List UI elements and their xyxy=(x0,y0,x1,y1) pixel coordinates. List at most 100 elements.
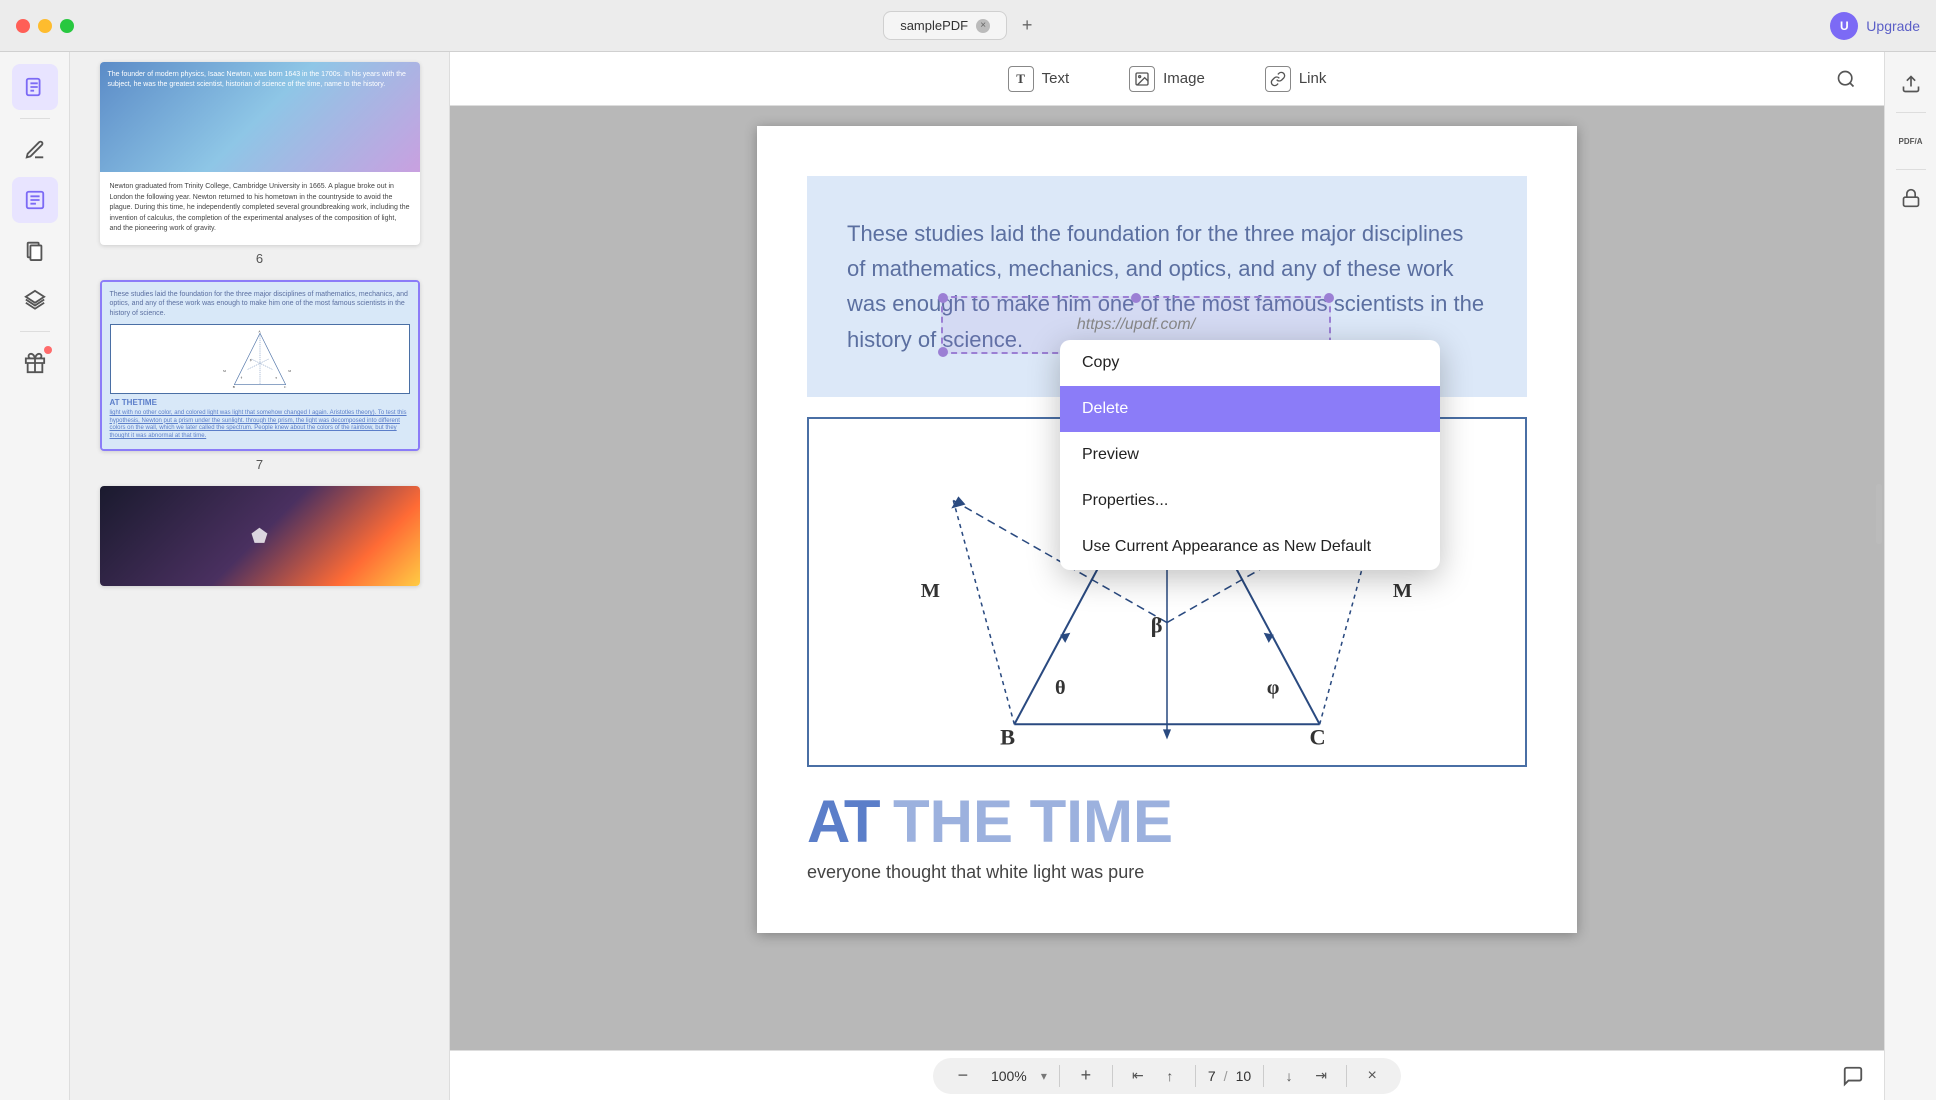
maximize-window-button[interactable] xyxy=(60,19,74,33)
upgrade-button[interactable]: U Upgrade xyxy=(1830,12,1920,40)
close-window-button[interactable] xyxy=(16,19,30,33)
link-tool-button[interactable]: Link xyxy=(1253,60,1339,98)
text-tool-label: Text xyxy=(1042,70,1070,87)
image-tool-label: Image xyxy=(1163,70,1205,87)
sidebar-divider-1 xyxy=(20,118,50,119)
sidebar-item-pages[interactable] xyxy=(12,227,58,273)
thumbnail-panel: The founder of modern physics, Isaac New… xyxy=(70,52,450,1100)
svg-text:β: β xyxy=(1151,612,1163,637)
svg-text:B: B xyxy=(1000,724,1015,749)
sidebar-item-gift[interactable] xyxy=(12,340,58,386)
traffic-lights xyxy=(16,19,74,33)
svg-text:θ: θ xyxy=(240,375,242,379)
comments-button[interactable] xyxy=(1842,1065,1864,1087)
zoom-dropdown[interactable]: ▾ xyxy=(1041,1069,1047,1083)
link-url: https://updf.com/ xyxy=(1077,316,1195,334)
text-tool-button[interactable]: T Text xyxy=(996,60,1082,98)
thumb-card-7[interactable]: These studies laid the foundation for th… xyxy=(100,280,420,452)
svg-text:M: M xyxy=(1393,580,1412,602)
zoom-out-button[interactable]: − xyxy=(949,1062,977,1090)
minimize-window-button[interactable] xyxy=(38,19,52,33)
new-tab-button[interactable]: + xyxy=(1013,12,1041,40)
thumbnail-page-8[interactable]: ⬟ xyxy=(80,486,439,586)
page-separator: / xyxy=(1224,1068,1228,1084)
zoom-value: 100% xyxy=(983,1068,1035,1084)
tab-title: samplePDF xyxy=(900,18,968,33)
svg-text:A: A xyxy=(258,329,261,333)
sidebar-item-annotations[interactable] xyxy=(12,177,58,223)
pdf-view[interactable]: These studies laid the foundation for th… xyxy=(450,106,1884,1050)
thumb-label-6: 6 xyxy=(256,251,263,266)
handle-top-center[interactable] xyxy=(1131,293,1141,303)
search-button[interactable] xyxy=(1828,61,1864,97)
page-bottom-text: everyone thought that white light was pu… xyxy=(807,862,1527,883)
tab-bar: samplePDF × + xyxy=(94,11,1830,40)
link-tool-label: Link xyxy=(1299,70,1327,87)
zoom-in-button[interactable]: + xyxy=(1072,1062,1100,1090)
gift-badge xyxy=(44,346,52,354)
export-icon[interactable] xyxy=(1891,64,1931,104)
prev-page-button[interactable]: ↑ xyxy=(1157,1063,1183,1089)
title-bar: samplePDF × + U Upgrade xyxy=(0,0,1936,52)
thumbnail-page-6[interactable]: The founder of modern physics, Isaac New… xyxy=(80,62,439,266)
svg-text:M: M xyxy=(223,369,226,373)
svg-text:φ: φ xyxy=(275,375,277,379)
current-page: 7 xyxy=(1208,1068,1216,1084)
thumb-card-8[interactable]: ⬟ xyxy=(100,486,420,586)
close-search-button[interactable]: × xyxy=(1359,1063,1385,1089)
zoom-controls: − 100% ▾ + ⇤ ↑ 7 / 10 ↓ ⇥ × xyxy=(933,1058,1401,1094)
bottom-bar: − 100% ▾ + ⇤ ↑ 7 / 10 ↓ ⇥ × xyxy=(450,1050,1884,1100)
main-layout: The founder of modern physics, Isaac New… xyxy=(0,52,1936,1100)
svg-text:θ: θ xyxy=(1055,677,1066,699)
divider-3 xyxy=(1195,1065,1196,1087)
thumb7-content: These studies laid the foundation for th… xyxy=(102,282,418,450)
thumb-label-7: 7 xyxy=(256,457,263,472)
context-menu-preview[interactable]: Preview xyxy=(1060,432,1440,478)
divider-1 xyxy=(1059,1065,1060,1087)
handle-top-right[interactable] xyxy=(1324,293,1334,303)
first-page-button[interactable]: ⇤ xyxy=(1125,1063,1151,1089)
context-menu-copy[interactable]: Copy xyxy=(1060,340,1440,386)
pdfa-icon[interactable]: PDF/A xyxy=(1891,121,1931,161)
thumbnail-page-7[interactable]: These studies laid the foundation for th… xyxy=(80,280,439,473)
handle-bottom-left[interactable] xyxy=(938,347,948,357)
svg-text:M: M xyxy=(921,580,940,602)
lock-icon[interactable] xyxy=(1891,178,1931,218)
svg-text:φ: φ xyxy=(1267,677,1280,699)
svg-text:M: M xyxy=(288,369,291,373)
image-tool-button[interactable]: Image xyxy=(1117,60,1217,98)
user-avatar: U xyxy=(1830,12,1858,40)
context-menu-delete[interactable]: Delete xyxy=(1060,386,1440,432)
divider-4 xyxy=(1263,1065,1264,1087)
right-divider-1 xyxy=(1896,112,1926,113)
context-menu-properties[interactable]: Properties... xyxy=(1060,478,1440,524)
handle-top-left[interactable] xyxy=(938,293,948,303)
sidebar-divider-2 xyxy=(20,331,50,332)
link-tool-icon xyxy=(1265,66,1291,92)
content-area: T Text Image xyxy=(450,52,1884,1100)
thumb-card-6[interactable]: The founder of modern physics, Isaac New… xyxy=(100,62,420,245)
sidebar-item-document[interactable] xyxy=(12,64,58,110)
tab-close-button[interactable]: × xyxy=(976,19,990,33)
right-sidebar: PDF/A xyxy=(1884,52,1936,1100)
text-tool-icon: T xyxy=(1008,66,1034,92)
pdf-tab[interactable]: samplePDF × xyxy=(883,11,1007,40)
at-the-time-text: AT xyxy=(807,788,879,855)
divider-5 xyxy=(1346,1065,1347,1087)
divider-2 xyxy=(1112,1065,1113,1087)
scroll-handle[interactable] xyxy=(1876,484,1882,544)
right-divider-2 xyxy=(1896,169,1926,170)
context-menu: Copy Delete Preview Properties... Use Cu… xyxy=(1060,340,1440,570)
last-page-button[interactable]: ⇥ xyxy=(1308,1063,1334,1089)
context-menu-use-default[interactable]: Use Current Appearance as New Default xyxy=(1060,524,1440,570)
thumb6-text: Newton graduated from Trinity College, C… xyxy=(100,172,420,245)
thumb6-image: The founder of modern physics, Isaac New… xyxy=(100,62,420,172)
svg-text:β: β xyxy=(249,358,251,362)
left-sidebar xyxy=(0,52,70,1100)
image-tool-icon xyxy=(1129,66,1155,92)
sidebar-item-layers[interactable] xyxy=(12,277,58,323)
next-page-button[interactable]: ↓ xyxy=(1276,1063,1302,1089)
sidebar-item-edit[interactable] xyxy=(12,127,58,173)
toolbar: T Text Image xyxy=(450,52,1884,106)
svg-text:C: C xyxy=(1309,724,1325,749)
